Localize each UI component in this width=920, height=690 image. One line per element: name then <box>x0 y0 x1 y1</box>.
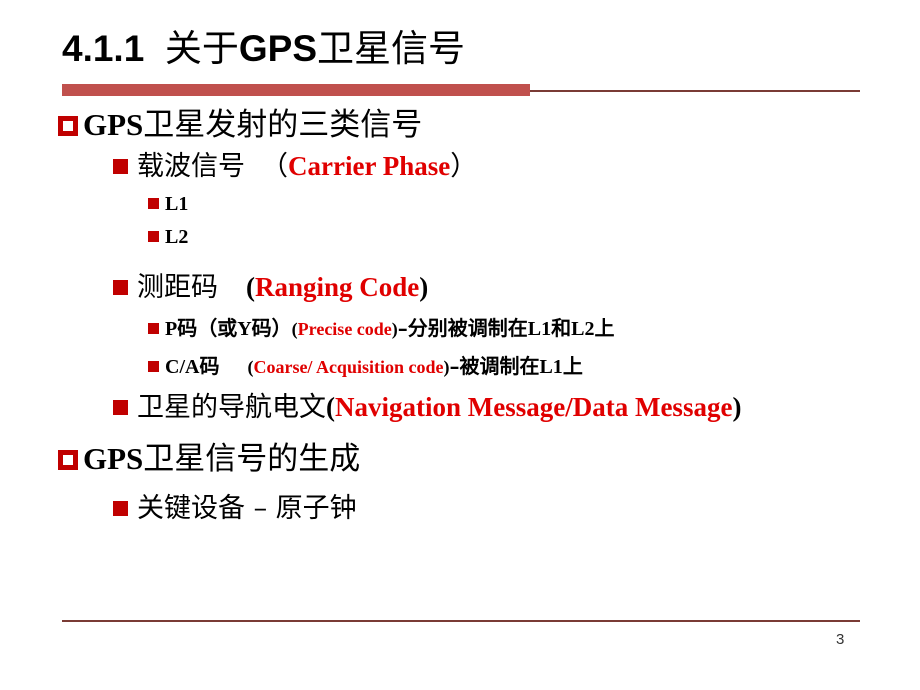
bullet-text: 载波信号 （Carrier Phase） <box>137 150 477 183</box>
text-en-highlight: Coarse/ Acquisition code <box>253 357 444 377</box>
text-cjk: 卫星信号的生成 <box>143 441 361 477</box>
bullet-text: 卫星的导航电文(Navigation Message/Data Message) <box>137 391 741 424</box>
hollow-square-bullet-icon <box>58 450 78 470</box>
text-tail-cjk: 上 <box>562 354 583 378</box>
text-cjk: 卫星的导航电文 <box>137 392 326 423</box>
paren-open: （ <box>261 151 288 182</box>
code-label: P <box>165 318 178 340</box>
bullet-text: GPS卫星信号的生成 <box>83 441 360 477</box>
bullet-text: C/A码 (Coarse/ Acquisition code)–被调制在L1上 <box>165 354 583 379</box>
solid-square-bullet-icon <box>113 159 128 174</box>
bullet-item-level2-carrier: 载波信号 （Carrier Phase） <box>113 146 920 187</box>
bullet-text: L1 <box>165 192 189 215</box>
solid-square-bullet-icon <box>113 280 128 295</box>
text-cjk: 关键设备 – 原子钟 <box>137 493 357 524</box>
solid-square-bullet-icon <box>113 400 128 415</box>
bullet-text: P码（或Y码）(Precise code)–分别被调制在L1和L2上 <box>165 316 614 341</box>
solid-square-bullet-icon <box>148 361 159 372</box>
text-cjk-a: 码（或 <box>177 316 238 340</box>
text-cjk: 载波信号 <box>137 151 245 182</box>
title-underline-accent <box>62 84 530 96</box>
code-label: C/A <box>165 356 200 378</box>
text-dash-cjk: –分别被调制在 <box>397 316 528 340</box>
text-cjk: 测距码 <box>137 272 218 303</box>
text-en-highlight: Navigation Message/Data Message <box>335 392 733 422</box>
bullet-text: GPS卫星发射的三类信号 <box>83 107 422 143</box>
paren-open: ( <box>246 272 255 302</box>
slide-body: GPS卫星发射的三类信号 载波信号 （Carrier Phase） L1 L2 测… <box>0 104 920 529</box>
text-cjk-a: 码 <box>199 354 220 378</box>
solid-square-bullet-icon <box>148 198 159 209</box>
title-number: 4.1.1 <box>62 28 145 69</box>
slide-canvas: 4.1.1 关于GPS卫星信号 GPS卫星发射的三类信号 载波信号 （Carrie… <box>0 0 920 690</box>
bullet-item-level2-ranging: 测距码 (Ranging Code) <box>113 267 920 308</box>
text-en-highlight: Ranging Code <box>255 272 420 302</box>
hollow-square-bullet-icon <box>58 116 78 136</box>
bullet-item-level3-pcode: P码（或Y码）(Precise code)–分别被调制在L1和L2上 <box>148 312 920 345</box>
bullet-item-level2-navmessage: 卫星的导航电文(Navigation Message/Data Message) <box>113 387 920 428</box>
paren-close: ) <box>732 392 742 422</box>
text-en-highlight: Precise code <box>297 319 392 339</box>
text-en-highlight: Carrier Phase <box>288 151 451 181</box>
code-label-alt: Y <box>237 318 252 340</box>
text-tail-en: L1 <box>527 318 552 340</box>
solid-square-bullet-icon <box>148 323 159 334</box>
paren-close: ） <box>450 151 478 182</box>
bullet-item-level1-generation: GPS卫星信号的生成 <box>58 438 920 480</box>
text-tail-cjk: 和 <box>551 316 572 340</box>
bullet-item-level2-atomicclock: 关键设备 – 原子钟 <box>113 488 920 529</box>
title-acronym: GPS <box>238 28 317 69</box>
text-tail-en2: L2 <box>571 318 595 340</box>
page-number: 3 <box>836 631 845 648</box>
bullet-text: 关键设备 – 原子钟 <box>137 492 357 525</box>
text-acronym: GPS <box>83 107 144 142</box>
text-tail-cjk2: 上 <box>594 316 615 340</box>
text-cjk: 卫星发射的三类信号 <box>143 107 423 143</box>
text-tail-en: L1 <box>539 356 563 378</box>
bullet-item-level3-cacode: C/A码 (Coarse/ Acquisition code)–被调制在L1上 <box>148 350 920 383</box>
title-cjk-suffix: 卫星信号 <box>317 27 465 70</box>
bullet-text: 测距码 (Ranging Code) <box>137 271 428 304</box>
text-cjk-b: 码） <box>251 316 292 340</box>
solid-square-bullet-icon <box>113 501 128 516</box>
bullet-item-level3-l2: L2 <box>148 220 920 253</box>
paren-open: ( <box>326 392 335 422</box>
title-cjk-prefix: 关于 <box>164 27 239 70</box>
bullet-item-level3-l1: L1 <box>148 187 920 220</box>
footer-divider <box>62 620 860 622</box>
text-acronym: GPS <box>83 441 144 476</box>
text-dash-cjk: –被调制在 <box>449 354 540 378</box>
bullet-text: L2 <box>165 225 189 248</box>
bullet-item-level1-signals: GPS卫星发射的三类信号 <box>58 104 920 146</box>
solid-square-bullet-icon <box>148 231 159 242</box>
paren-close: ) <box>419 272 429 302</box>
slide-title: 4.1.1 关于GPS卫星信号 <box>62 26 465 72</box>
